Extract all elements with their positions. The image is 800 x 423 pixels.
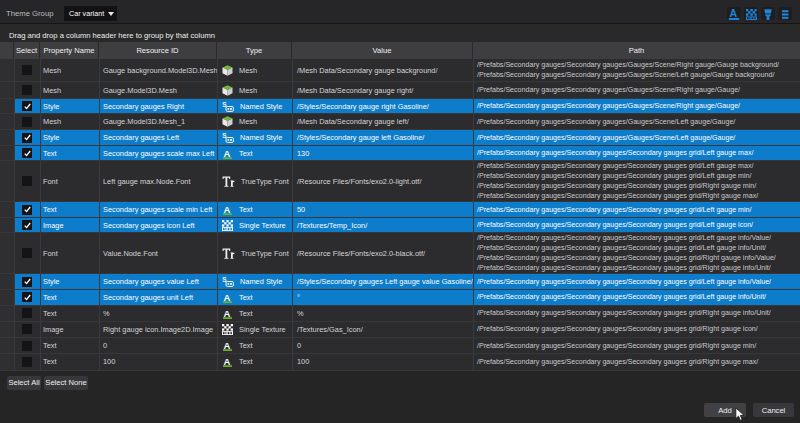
svg-text:A: A	[224, 204, 231, 215]
svg-text:A: A	[224, 356, 231, 367]
svg-text:A: A	[224, 292, 231, 303]
svg-text:A: A	[224, 340, 231, 351]
svg-text:A: A	[730, 8, 738, 19]
svg-text:A: A	[224, 148, 231, 159]
svg-text:A: A	[224, 308, 231, 319]
